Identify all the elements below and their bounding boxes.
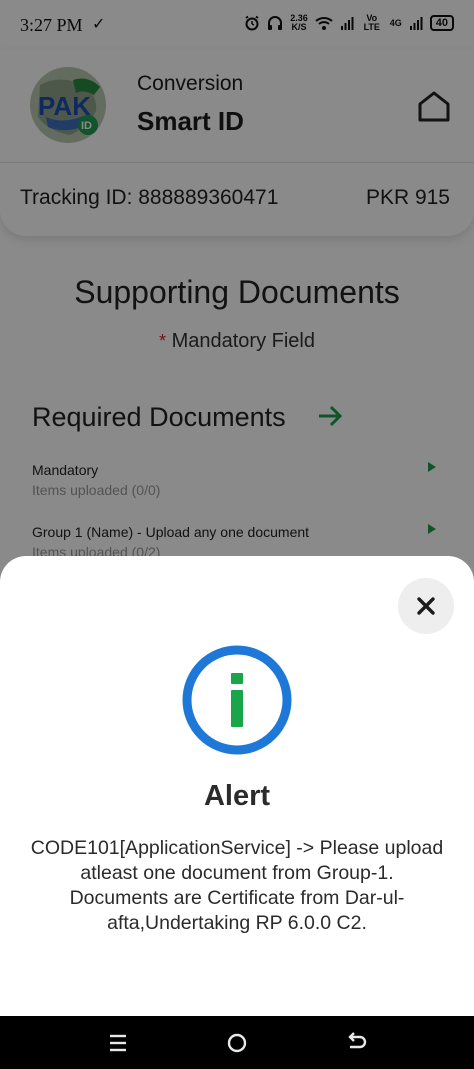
menu-icon[interactable] [105,1030,131,1056]
info-icon [182,645,292,755]
close-icon [417,597,435,615]
alert-sheet: Alert CODE101[ApplicationService] -> Ple… [0,556,474,1016]
navigation-bar [0,1016,474,1069]
home-circle-icon[interactable] [224,1030,250,1056]
back-icon[interactable] [343,1030,369,1056]
alert-title: Alert [203,780,271,812]
alert-message: CODE101[ApplicationService] -> Please up… [30,837,444,934]
close-button[interactable] [398,578,454,634]
